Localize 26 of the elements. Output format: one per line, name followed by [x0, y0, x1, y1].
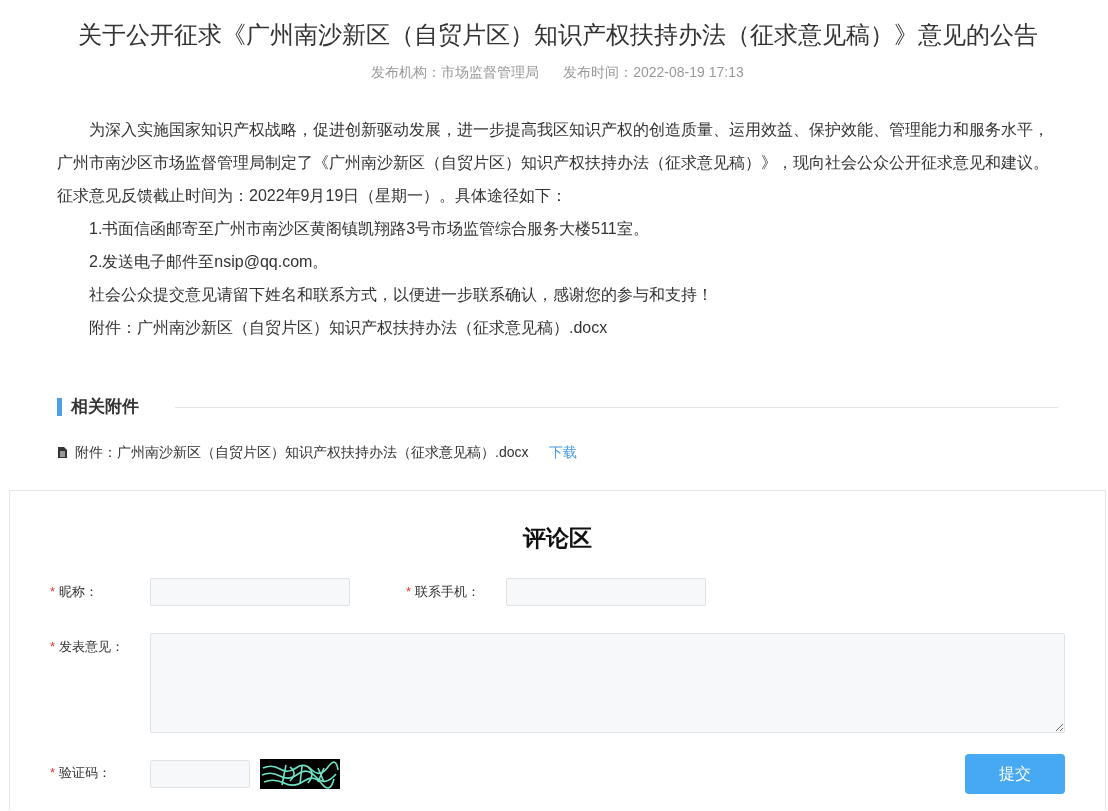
required-mark: *	[50, 638, 56, 656]
required-mark: *	[406, 583, 412, 601]
body-paragraph: 2.发送电子邮件至nsip@qq.com。	[88, 252, 330, 272]
field-label: 联系手机：	[415, 583, 481, 601]
comment-textarea[interactable]	[150, 633, 1065, 733]
body-paragraph: 为深入实施国家知识产权战略，促进创新驱动发展，进一步提高我区知识产权的创造质量、运用效益、保护效能、管理能力和服务水平，广州市南沙区市场监督管理局制定了《广州南沙新区（自贸片区）知识产权扶持办法（征求意见稿）》，现向社会公众公开征求意见和建议。征求意见反馈截止时间为：2022年9月19日（星期一）。具体途径如下：	[57, 120, 1050, 206]
body-paragraph: 附件：广州南沙新区（自贸片区）知识产权扶持办法（征求意见稿）.docx	[88, 318, 609, 338]
body-paragraph: 1.书面信函邮寄至广州市南沙区黄阁镇凯翔路3号市场监管综合服务大楼511室。	[88, 219, 650, 239]
required-mark: *	[50, 583, 56, 601]
download-link[interactable]: 下载	[549, 442, 578, 462]
field-label: 发表意见：	[59, 638, 125, 656]
panel-title: 评论区	[521, 524, 593, 553]
attachment-name: 附件：广州南沙新区（自贸片区）知识产权扶持办法（征求意见稿）.docx	[75, 443, 529, 462]
field-label: 验证码：	[59, 764, 112, 782]
page-title: 关于公开征求《广州南沙新区（自贸片区）知识产权扶持办法（征求意见稿）》意见的公告	[76, 20, 1039, 50]
input-field[interactable]	[506, 578, 706, 606]
field-label: 昵称：	[59, 583, 99, 601]
body-paragraph: 社会公众提交意见请留下姓名和联系方式，以便进一步联系确认，感谢您的参与和支持！	[88, 285, 714, 305]
meta-text: 发布时间：2022-08-19 17:13	[563, 63, 744, 82]
required-mark: *	[50, 764, 56, 782]
captcha-input-field[interactable]	[150, 760, 250, 788]
meta-text: 发布机构：市场监督管理局	[371, 63, 540, 82]
input-field[interactable]	[150, 578, 350, 606]
section-heading: 相关附件	[57, 398, 139, 416]
file-icon	[58, 446, 67, 458]
submit-button[interactable]: 提交	[965, 754, 1065, 794]
